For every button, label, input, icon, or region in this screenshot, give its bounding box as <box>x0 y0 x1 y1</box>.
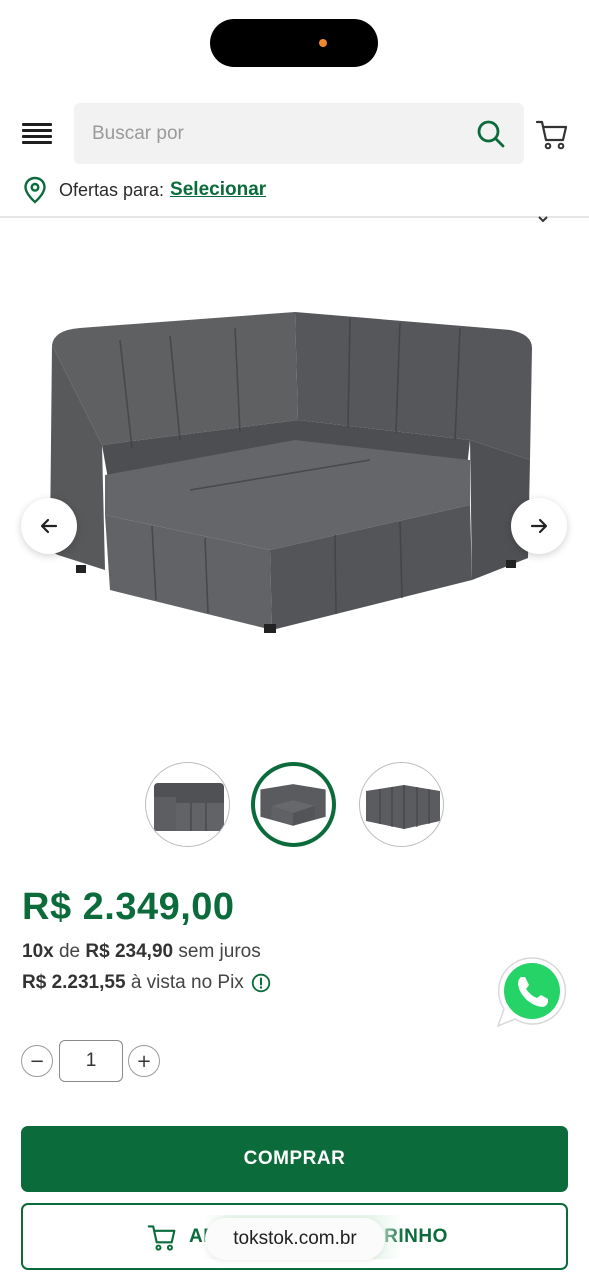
product-price: R$ 2.349,00 <box>22 886 235 928</box>
shopping-cart-icon[interactable] <box>535 117 569 151</box>
product-image[interactable] <box>40 290 550 650</box>
select-location-link[interactable]: Selecionar <box>170 179 266 201</box>
browser-url-bar[interactable]: tokstok.com.br <box>205 1218 385 1260</box>
increase-quantity-button[interactable]: + <box>128 1045 160 1077</box>
offers-label: Ofertas para: <box>59 179 165 200</box>
installments-suffix: sem juros <box>178 941 261 962</box>
quantity-stepper: − + <box>21 1040 161 1082</box>
thumbnail-angled[interactable] <box>251 762 336 847</box>
arrow-right-icon <box>530 518 548 534</box>
whatsapp-icon[interactable] <box>495 955 569 1029</box>
search-icon[interactable] <box>476 119 506 149</box>
pix-value: R$ 2.231,55 <box>22 972 126 993</box>
map-pin-icon <box>24 176 46 204</box>
pix-price-info: R$ 2.231,55 à vista no Pix <box>22 972 271 994</box>
privacy-indicator-dot <box>319 39 327 47</box>
cart-icon <box>147 1225 176 1251</box>
search-bar <box>74 103 524 164</box>
installments-info: 10x de R$ 234,90 sem juros <box>22 941 261 963</box>
chevron-down-icon[interactable] <box>536 214 550 224</box>
buy-button[interactable]: COMPRAR <box>21 1126 568 1192</box>
header-divider <box>0 216 589 218</box>
previous-image-button[interactable] <box>21 498 77 554</box>
installments-word: de <box>58 941 81 962</box>
info-icon[interactable] <box>251 973 271 993</box>
thumbnail-back[interactable] <box>359 762 444 847</box>
hamburger-menu-icon[interactable] <box>22 123 52 145</box>
installments-count: 10x <box>22 941 54 962</box>
camera-notch <box>210 19 378 67</box>
decrease-quantity-button[interactable]: − <box>21 1045 53 1077</box>
arrow-left-icon <box>40 518 58 534</box>
next-image-button[interactable] <box>511 498 567 554</box>
pix-suffix: à vista no Pix <box>130 972 244 993</box>
header <box>0 103 589 165</box>
search-input[interactable] <box>92 103 452 164</box>
installment-value: R$ 234,90 <box>85 941 174 962</box>
delivery-location: Ofertas para: Selecionar <box>22 176 266 204</box>
product-gallery <box>0 230 589 750</box>
thumbnail-list <box>145 762 445 848</box>
thumbnail-front[interactable] <box>145 762 230 847</box>
quantity-input[interactable] <box>59 1040 123 1082</box>
